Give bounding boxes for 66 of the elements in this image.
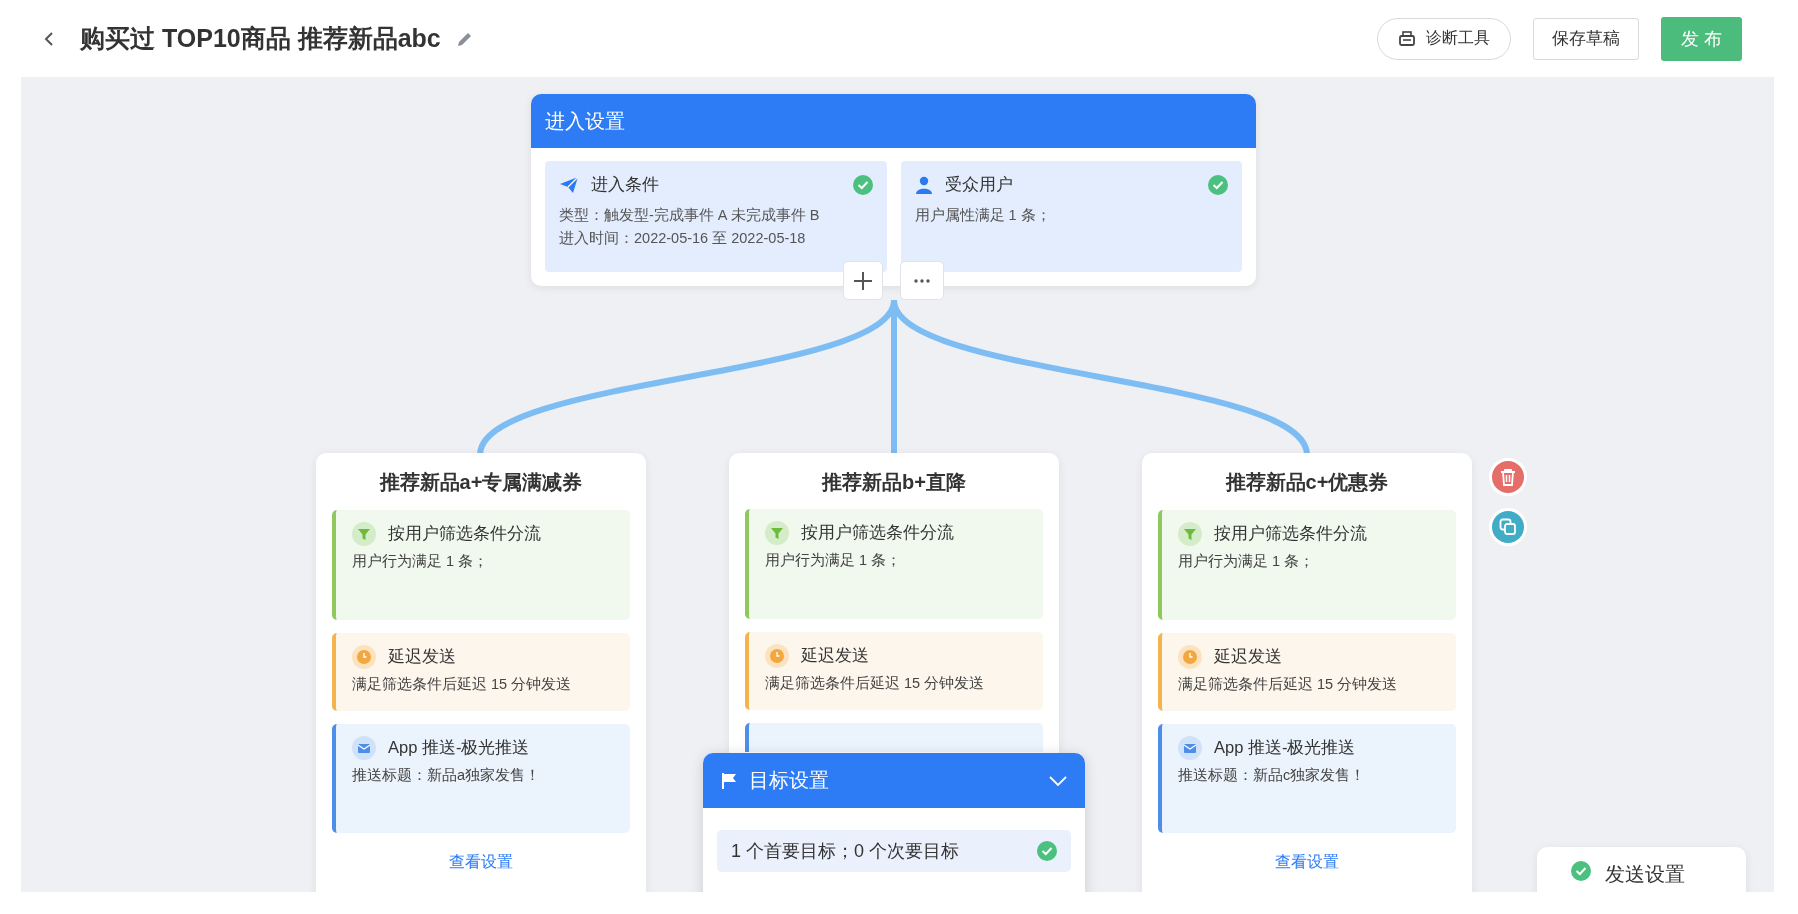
delay-step-panel[interactable]: 延迟发送 满足筛选条件后延迟 15 分钟发送 [332,633,630,711]
branch-card[interactable]: 推荐新品a+专属满减券 按用户筛选条件分流 用户行为满足 1 条； 延迟发送 满足筛选条件后延迟 15 分钟发送 App 推送-极光推送 推送标题：新品a独家发售！ 查看设置 [316,453,646,892]
add-icon[interactable] [843,261,883,300]
delay-step-panel[interactable]: 延迟发送 满足筛选条件后延迟 15 分钟发送 [1158,633,1456,711]
funnel-icon [765,521,789,545]
clock-icon [765,644,789,668]
branch-title: 推荐新品c+优惠券 [1224,470,1390,495]
filter-step-panel[interactable]: 按用户筛选条件分流 用户行为满足 1 条； [1158,510,1456,620]
branch-title: 推荐新品a+专属满减券 [378,470,584,495]
entry-setting-panel[interactable]: 进入条件 类型：触发型-完成事件 A 未完成事件 B 进入时间：2022-05-16 至 2022-05-18 [545,161,887,272]
step-title: 延迟发送 [388,646,456,667]
step-title: 按用户筛选条件分流 [388,523,541,544]
delay-step-panel[interactable]: 延迟发送 满足筛选条件后延迟 15 分钟发送 [745,632,1043,710]
flag-icon [721,771,737,790]
copy-icon[interactable] [1489,508,1527,546]
push-step-panel[interactable]: App 推送-极光推送 推送标题：新品a独家发售！ [332,724,630,833]
panel-detail: 用户属性满足 1 条； [914,206,1052,225]
funnel-icon [352,522,376,546]
paper-plane-icon [559,175,579,194]
step-detail: 用户行为满足 1 条； [1178,552,1316,571]
step-title: 按用户筛选条件分流 [801,522,954,543]
step-detail: 满足筛选条件后延迟 15 分钟发送 [352,675,573,694]
delete-icon[interactable] [1489,458,1527,496]
chevron-down-icon[interactable] [1049,775,1067,786]
save-draft-button[interactable]: 保存草稿 [1533,17,1639,60]
send-settings-label: 发送设置 [1605,862,1685,887]
step-detail: 推送标题：新品a独家发售！ [352,766,542,785]
step-detail: 满足筛选条件后延迟 15 分钟发送 [765,674,986,693]
branch-card[interactable]: 推荐新品c+优惠券 按用户筛选条件分流 用户行为满足 1 条； 延迟发送 满足筛选条件后延迟 15 分钟发送 App 推送-极光推送 推送标题：新品c独家发售！ 查看设置 [1142,453,1472,892]
panel-title: 进入条件 [591,174,660,196]
step-title: 按用户筛选条件分流 [1214,523,1367,544]
send-settings-panel[interactable]: 发送设置 [1537,847,1746,892]
step-title: App 推送-极光推送 [388,737,530,758]
step-title: 延迟发送 [801,645,869,666]
diagnose-button[interactable]: 诊断工具 [1377,17,1511,60]
back-icon[interactable] [44,30,54,47]
goal-summary: 1 个首要目标；0 个次要目标 [731,840,960,863]
entry-settings-header: 进入设置 [531,94,1256,148]
step-title: 延迟发送 [1214,646,1282,667]
view-settings-link[interactable]: 查看设置 [449,852,513,873]
panel-detail: 类型：触发型-完成事件 A 未完成事件 B [559,206,821,225]
clock-icon [352,645,376,669]
goal-settings-title: 目标设置 [749,768,830,793]
clock-icon [1178,645,1202,669]
page-title: 购买过 TOP10商品 推荐新品abc [80,23,441,54]
more-icon[interactable] [900,261,944,300]
step-detail: 推送标题：新品c独家发售！ [1178,766,1367,785]
step-detail: 满足筛选条件后延迟 15 分钟发送 [1178,675,1399,694]
panel-title: 受众用户 [944,174,1014,196]
push-step-panel[interactable]: App 推送-极光推送 推送标题：新品c独家发售！ [1158,724,1456,833]
funnel-icon [1178,522,1202,546]
step-detail: 用户行为满足 1 条； [765,551,903,570]
filter-step-panel[interactable]: 按用户筛选条件分流 用户行为满足 1 条； [745,509,1043,619]
envelope-icon [352,736,376,760]
filter-step-panel[interactable]: 按用户筛选条件分流 用户行为满足 1 条； [332,510,630,620]
entry-setting-panel[interactable]: 受众用户 用户属性满足 1 条； [900,161,1242,272]
goal-summary-row[interactable]: 1 个首要目标；0 个次要目标 [717,830,1071,872]
step-detail: 用户行为满足 1 条； [352,552,490,571]
panel-detail: 进入时间：2022-05-16 至 2022-05-18 [559,229,807,248]
step-title: App 推送-极光推送 [1214,737,1356,758]
envelope-icon [1178,736,1202,760]
user-icon [914,175,933,194]
branch-title: 推荐新品b+直降 [820,470,967,495]
view-settings-link[interactable]: 查看设置 [1275,852,1339,873]
branch-card[interactable]: 推荐新品b+直降 按用户筛选条件分流 用户行为满足 1 条； 延迟发送 满足筛选条件后延迟 15 分钟发送 [729,453,1059,753]
printer-icon [1398,30,1416,47]
